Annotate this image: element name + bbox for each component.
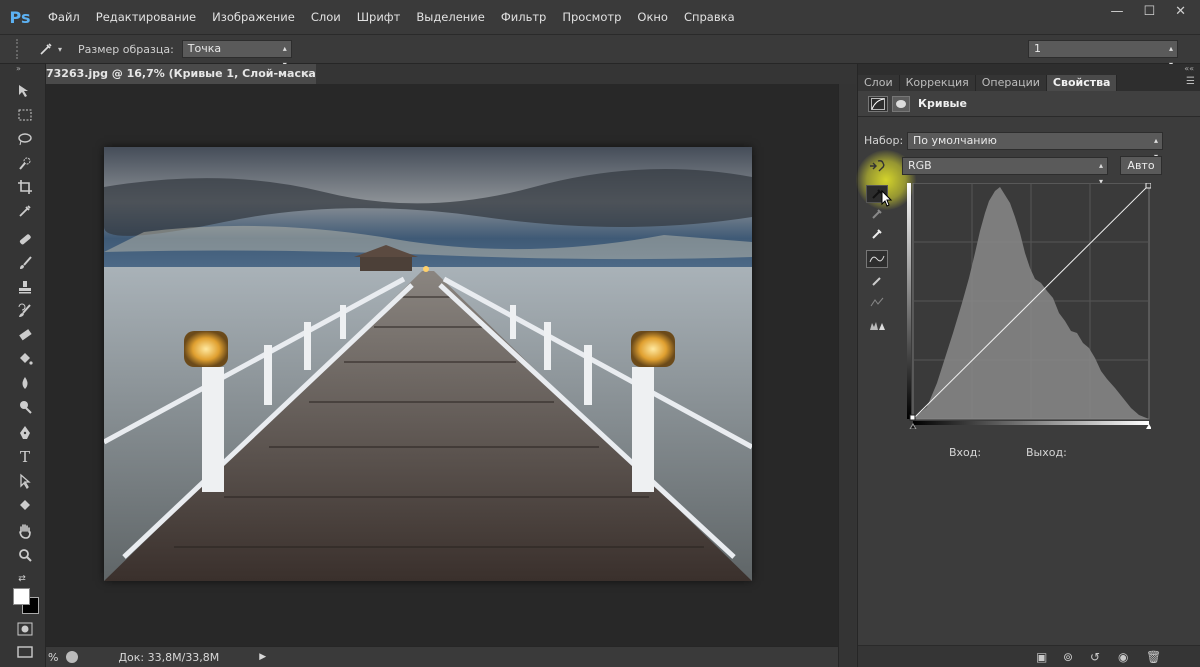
stamp-tool-icon[interactable] xyxy=(15,278,35,296)
status-menu-arrow[interactable]: ▶ xyxy=(259,652,266,662)
window-controls: — ☐ ✕ xyxy=(1110,4,1186,19)
menu-view[interactable]: Просмотр xyxy=(554,0,629,34)
menu-edit[interactable]: Редактирование xyxy=(88,0,204,34)
panel-bottom-bar: ▣ ⊚ ↺ ◉ 🗑 xyxy=(858,645,1200,667)
healing-brush-tool-icon[interactable] xyxy=(15,230,35,248)
sample-size-label: Размер образца: xyxy=(78,42,174,56)
info-icon[interactable] xyxy=(66,651,79,663)
on-image-adjust-icon[interactable] xyxy=(866,157,888,175)
preset-value: По умолчанию xyxy=(913,134,997,147)
mouse-cursor-icon xyxy=(881,190,893,207)
view-previous-icon[interactable]: ⊚ xyxy=(1063,650,1073,664)
menu-bar: Ps Файл Редактирование Изображение Слои … xyxy=(0,0,1200,34)
move-tool-icon[interactable] xyxy=(15,82,35,100)
options-bar: ▾ Размер образца: Точка ▴▾ 1 ▴▾ xyxy=(0,34,1200,69)
zoom-tool-icon[interactable] xyxy=(15,546,35,564)
channel-value: RGB xyxy=(908,159,932,172)
menu-layers[interactable]: Слои xyxy=(303,0,349,34)
panel-menu-icon[interactable]: ☰ xyxy=(1186,76,1195,87)
properties-title: Кривые xyxy=(918,97,967,110)
quick-selection-tool-icon[interactable] xyxy=(15,154,35,172)
menu-filter[interactable]: Фильтр xyxy=(493,0,555,34)
shape-tool-icon[interactable] xyxy=(15,496,35,514)
quick-mask-icon[interactable] xyxy=(15,620,35,638)
chevron-down-icon: ▾ xyxy=(58,44,63,54)
close-document-icon[interactable]: × xyxy=(301,64,310,84)
preset-label: Набор: xyxy=(864,134,904,147)
menu-file[interactable]: Файл xyxy=(40,0,88,34)
swap-colors-icon[interactable]: ⇄ xyxy=(12,570,32,588)
collapse-panel-icon[interactable]: «« xyxy=(858,64,1200,74)
document-image xyxy=(104,147,752,581)
menu-help[interactable]: Справка xyxy=(676,0,743,34)
foreground-color-swatch[interactable] xyxy=(13,588,30,605)
options-grip[interactable] xyxy=(16,39,26,59)
type-tool-icon[interactable]: T xyxy=(15,448,35,466)
pen-tool-icon[interactable] xyxy=(15,424,35,442)
edit-points-curve-icon[interactable] xyxy=(866,250,888,268)
properties-header: Кривые xyxy=(858,91,1200,117)
dodge-tool-icon[interactable] xyxy=(15,398,35,416)
maximize-button[interactable]: ☐ xyxy=(1143,4,1155,19)
properties-panel: «« Слои Коррекция Операции Свойства ☰ Кр… xyxy=(856,64,1200,667)
history-brush-tool-icon[interactable] xyxy=(15,302,35,320)
hand-tool-icon[interactable] xyxy=(15,522,35,540)
tool-preset-picker[interactable]: ▾ xyxy=(38,41,72,57)
input-label: Вход: xyxy=(949,446,982,459)
photoshop-window: Ps Файл Редактирование Изображение Слои … xyxy=(0,0,1200,667)
paint-bucket-tool-icon[interactable] xyxy=(15,350,35,368)
photoshop-logo: Ps xyxy=(9,7,31,27)
document-size: Док: 33,8M/33,8M xyxy=(118,650,220,664)
output-label: Выход: xyxy=(1026,446,1067,459)
marquee-tool-icon[interactable] xyxy=(15,106,35,124)
sample-size-select[interactable]: Точка ▴▾ xyxy=(181,40,292,69)
document-title: 73263.jpg @ 16,7% (Кривые 1, Слой-маска/… xyxy=(46,67,316,80)
blur-tool-icon[interactable] xyxy=(15,374,35,392)
auto-button[interactable]: Авто xyxy=(1120,156,1162,175)
tab-actions[interactable]: Операции xyxy=(975,75,1047,91)
sample-size-value: Точка xyxy=(187,42,222,55)
eyedropper-icon xyxy=(40,43,52,55)
document-tab[interactable]: 73263.jpg @ 16,7% (Кривые 1, Слой-маска/… xyxy=(46,64,316,84)
status-bar: % Док: 33,8M/33,8M ▶ xyxy=(46,646,838,667)
tab-properties[interactable]: Свойства xyxy=(1046,75,1118,91)
panel-tabs: Слои Коррекция Операции Свойства ☰ xyxy=(858,74,1200,91)
menu-image[interactable]: Изображение xyxy=(204,0,303,34)
workspace-value: 1 xyxy=(1034,42,1041,55)
eyedropper-tool-icon[interactable] xyxy=(15,202,35,220)
path-selection-tool-icon[interactable] xyxy=(15,472,35,490)
preset-select[interactable]: По умолчанию ▴▾ xyxy=(907,132,1163,161)
menu-select[interactable]: Выделение xyxy=(408,0,493,34)
visibility-eye-icon[interactable]: ◉ xyxy=(1118,650,1128,664)
smooth-curve-icon[interactable] xyxy=(866,293,888,311)
curves-adjustment-icon[interactable] xyxy=(868,95,888,112)
tools-panel: » T ⇄ xyxy=(0,64,46,667)
menu-window[interactable]: Окно xyxy=(629,0,676,34)
menu-type[interactable]: Шрифт xyxy=(349,0,409,34)
close-window-button[interactable]: ✕ xyxy=(1175,4,1186,19)
zoom-percent[interactable]: % xyxy=(48,651,58,664)
curves-graph[interactable] xyxy=(907,182,1152,430)
tab-layers[interactable]: Слои xyxy=(858,75,900,91)
screen-mode-icon[interactable] xyxy=(15,644,35,662)
collapse-toolbar-icon[interactable]: » xyxy=(0,64,45,74)
draw-pencil-icon[interactable] xyxy=(866,272,888,290)
minimize-button[interactable]: — xyxy=(1110,4,1123,19)
brush-tool-icon[interactable] xyxy=(15,254,35,272)
channel-select[interactable]: RGB ▴ ▾ xyxy=(902,157,1108,186)
vertical-scrollbar[interactable] xyxy=(838,84,856,667)
crop-tool-icon[interactable] xyxy=(15,178,35,196)
tab-adjustments[interactable]: Коррекция xyxy=(899,75,976,91)
delete-icon[interactable]: 🗑 xyxy=(1146,650,1161,664)
lasso-tool-icon[interactable] xyxy=(15,130,35,148)
clipping-warning-icon[interactable] xyxy=(866,316,888,334)
reset-icon[interactable]: ↺ xyxy=(1090,650,1100,664)
layer-mask-icon[interactable] xyxy=(892,95,910,112)
white-point-eyedropper-icon[interactable] xyxy=(866,225,888,243)
eraser-tool-icon[interactable] xyxy=(15,326,35,344)
workspace-select[interactable]: 1 ▴▾ xyxy=(1028,40,1178,69)
clip-to-layer-icon[interactable]: ▣ xyxy=(1036,650,1047,664)
canvas-area[interactable] xyxy=(46,84,838,646)
